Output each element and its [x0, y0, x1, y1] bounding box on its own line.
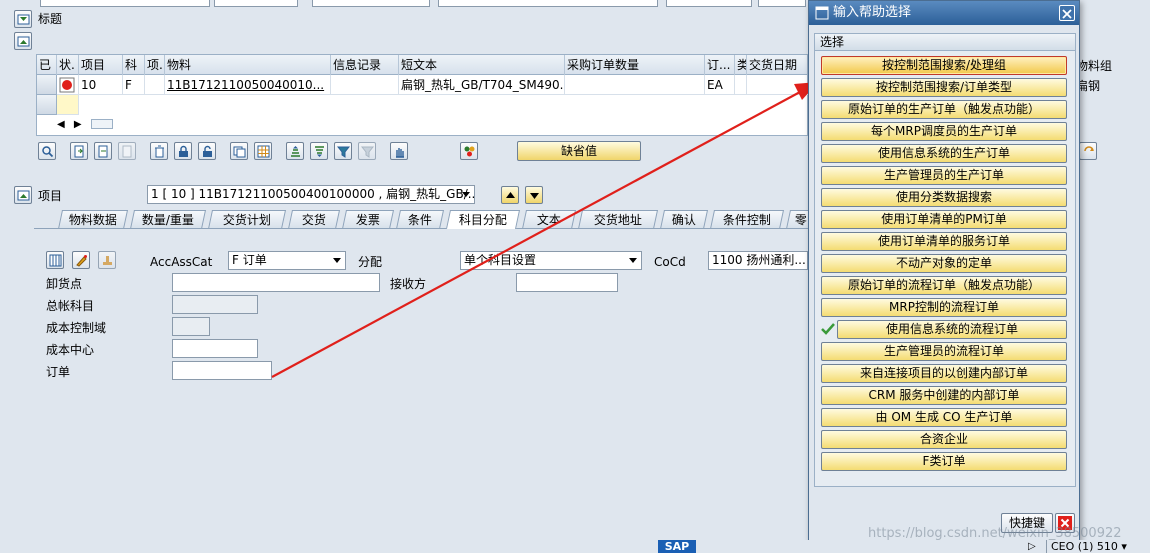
selection-group-title: 选择: [815, 34, 1075, 51]
help-option-button[interactable]: 原始订单的生产订单（触发点功能）: [821, 100, 1067, 119]
status-bar: [0, 540, 1150, 553]
help-option-button[interactable]: 使用订单清单的PM订单: [821, 210, 1067, 229]
sap-logo: SAP: [658, 540, 696, 553]
close-icon: [1062, 9, 1072, 19]
input-help-dialog: 输入帮助选择 选择 按控制范围搜索/处理组 按控制范围搜索/订单类型 原始订单的生产…: [808, 0, 1080, 541]
help-option-button[interactable]: 来自连接项目的以创建内部订单: [821, 364, 1067, 383]
help-option-button[interactable]: 每个MRP调度员的生产订单: [821, 122, 1067, 141]
help-option-button[interactable]: 按控制范围搜索/处理组: [821, 56, 1067, 75]
help-option-button[interactable]: MRP控制的流程订单: [821, 298, 1067, 317]
help-option-button[interactable]: 使用分类数据搜索: [821, 188, 1067, 207]
selection-group: 选择 按控制范围搜索/处理组 按控制范围搜索/订单类型 原始订单的生产订单（触发点功…: [814, 33, 1076, 487]
help-option-button[interactable]: 使用订单清单的服务订单: [821, 232, 1067, 251]
help-option-button[interactable]: 生产管理员的生产订单: [821, 166, 1067, 185]
close-button[interactable]: [1059, 5, 1075, 21]
help-option-button[interactable]: CRM 服务中创建的内部订单: [821, 386, 1067, 405]
dialog-title-bar[interactable]: 输入帮助选择: [809, 1, 1079, 25]
help-option-button[interactable]: 按控制范围搜索/订单类型: [821, 78, 1067, 97]
help-option-button[interactable]: 使用信息系统的生产订单: [821, 144, 1067, 163]
system-info[interactable]: CEO (1) 510 ▾: [1046, 540, 1150, 553]
checkmark-icon: [821, 323, 835, 335]
window-icon: [815, 6, 829, 20]
help-option-button[interactable]: 生产管理员的流程订单: [821, 342, 1067, 361]
tab-label: 科目分配: [458, 213, 507, 227]
dialog-title: 输入帮助选择: [833, 5, 912, 20]
status-triangle-icon[interactable]: ▷: [1028, 541, 1036, 553]
help-option-button[interactable]: 原始订单的流程订单（触发点功能）: [821, 276, 1067, 295]
help-option-button[interactable]: F类订单: [821, 452, 1067, 471]
watermark-text: https://blog.csdn.net/weixin_38500922: [868, 526, 1122, 541]
system-info-text: CEO (1) 510: [1051, 540, 1118, 553]
chevron-down-icon[interactable]: ▾: [1121, 540, 1127, 553]
help-option-button[interactable]: 由 OM 生成 CO 生产订单: [821, 408, 1067, 427]
tab-account-assignment[interactable]: 科目分配: [445, 210, 521, 229]
help-option-button[interactable]: 使用信息系统的流程订单: [837, 320, 1067, 339]
help-option-button[interactable]: 不动产对象的定单: [821, 254, 1067, 273]
help-option-button[interactable]: 合资企业: [821, 430, 1067, 449]
